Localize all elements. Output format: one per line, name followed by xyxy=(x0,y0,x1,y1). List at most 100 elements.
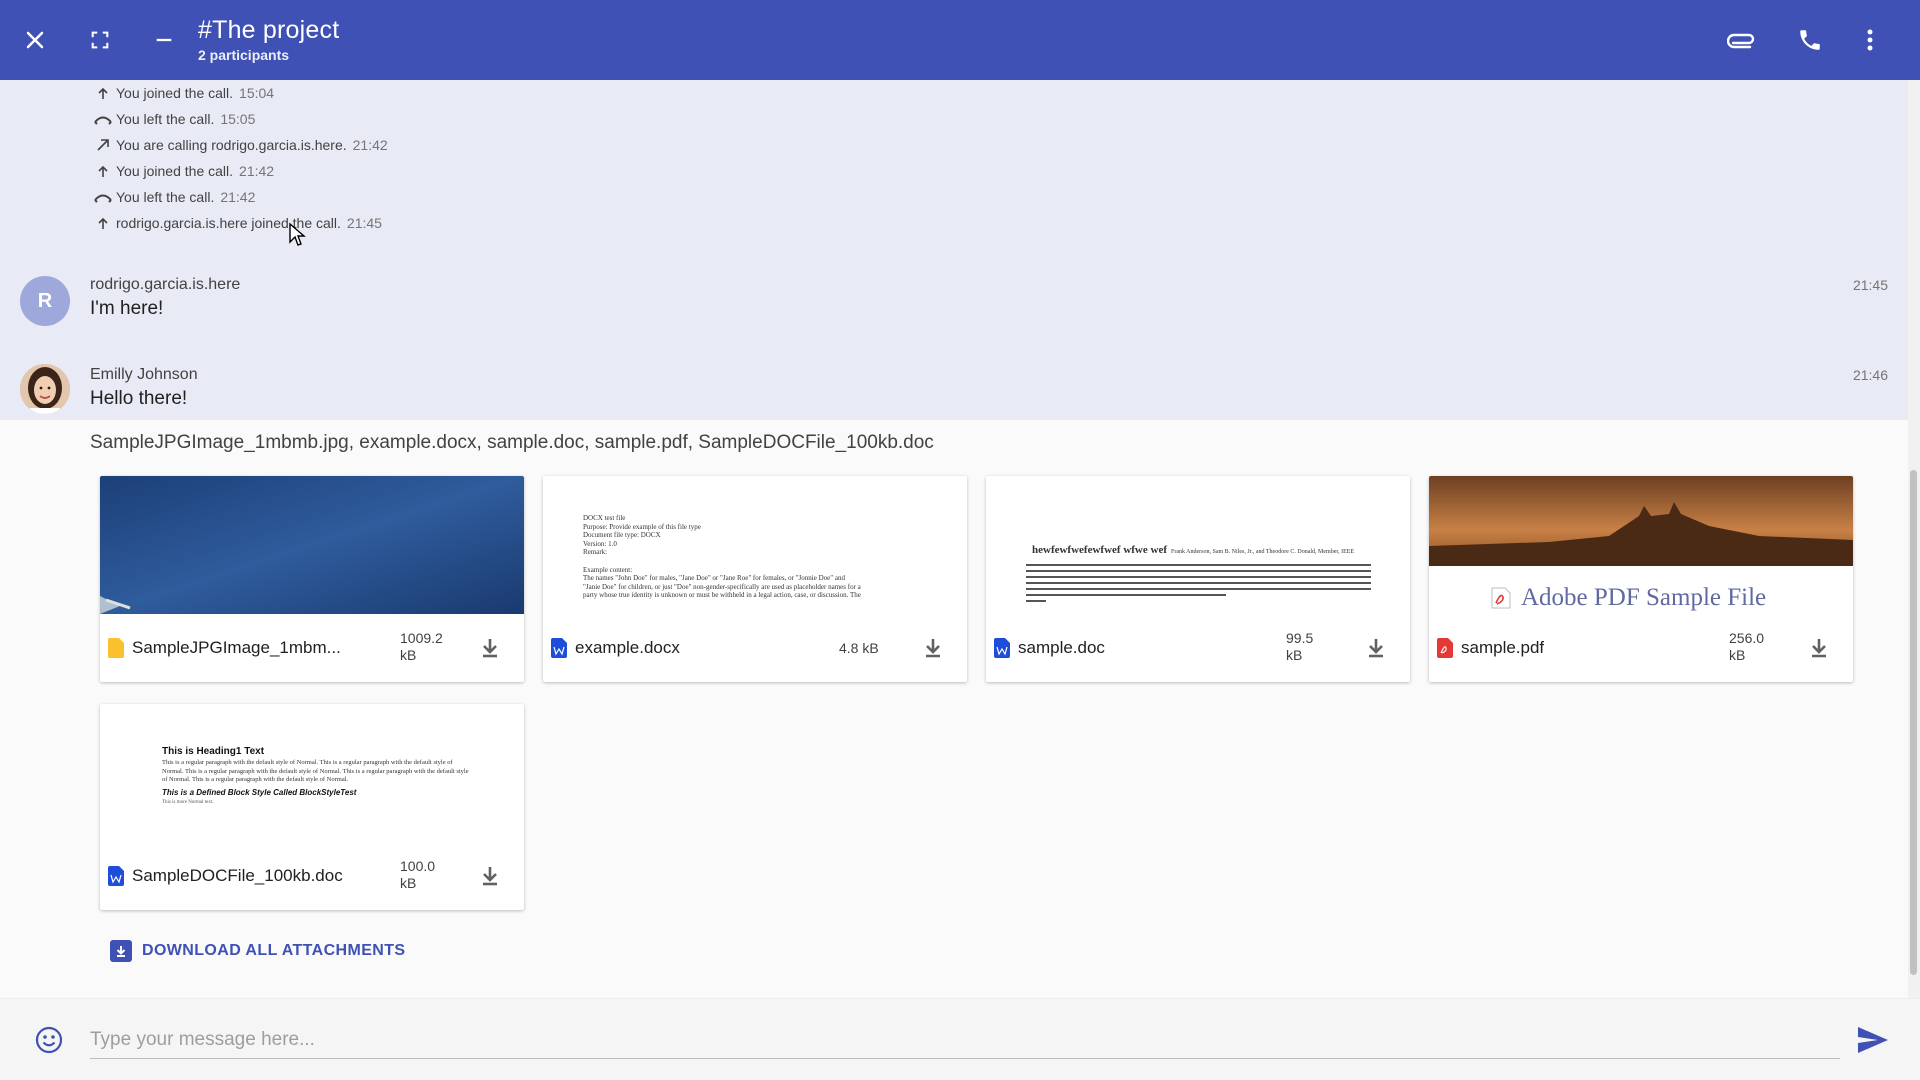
attachment-file-list: SampleJPGImage_1mbmb.jpg, example.docx, … xyxy=(90,432,934,453)
message-text: Hello there! xyxy=(90,388,188,409)
minimize-icon xyxy=(156,38,172,42)
docx-preview-line: Version: 1.0 xyxy=(583,539,617,548)
close-button[interactable] xyxy=(15,20,55,60)
docx-preview-line: Remark: xyxy=(583,548,608,557)
call-joined-icon xyxy=(94,214,112,232)
word-file-icon xyxy=(551,638,567,658)
scrollbar[interactable] xyxy=(1908,80,1920,998)
system-event-text: You left the call. xyxy=(116,111,215,127)
system-event: rodrigo.garcia.is.here joined the call. 2… xyxy=(94,213,382,233)
attachment-size-value: 99.5 xyxy=(1286,630,1314,646)
minimize-button[interactable] xyxy=(144,20,184,60)
system-event: You are calling rodrigo.garcia.is.here. 2… xyxy=(94,135,388,155)
call-left-icon xyxy=(94,188,112,206)
system-event-text: You are calling rodrigo.garcia.is.here. xyxy=(116,137,347,153)
call-button[interactable] xyxy=(1790,20,1830,60)
attachment-name: sample.doc xyxy=(1018,638,1105,657)
system-event: You left the call. 21:42 xyxy=(94,187,255,207)
system-event-time: 21:45 xyxy=(346,215,382,231)
attachment-size: 4.8 kB xyxy=(839,640,879,656)
docx-preview-line: The names "John Doe" for males, "Jane Do… xyxy=(583,574,845,583)
message-input[interactable] xyxy=(90,1021,1840,1059)
attachment-size: 100.0 kB xyxy=(400,858,460,892)
paperclip-icon xyxy=(1727,33,1755,49)
docfile-block: This is a Defined Block Style Called Blo… xyxy=(162,787,357,797)
message-sender: Emilly Johnson xyxy=(90,366,198,383)
more-options-button[interactable] xyxy=(1850,20,1890,60)
docfile-heading: This is Heading1 Text xyxy=(162,746,265,757)
avatar xyxy=(20,364,70,414)
emoji-icon[interactable] xyxy=(34,1025,64,1055)
download-icon[interactable] xyxy=(1807,636,1831,660)
attachment-size-value: 1009.2 xyxy=(400,630,443,646)
attachment-footer: sample.pdf 256.0 kB xyxy=(1429,614,1853,682)
download-all-label: DOWNLOAD ALL ATTACHMENTS xyxy=(142,942,406,959)
attachment-size-unit: kB xyxy=(1286,647,1303,663)
attachment-footer: SampleDOCFile_100kb.doc 100.0 kB xyxy=(100,842,524,910)
message-composer xyxy=(0,998,1920,1080)
docfile-preview: This is Heading1 Text This is a regular … xyxy=(162,746,472,805)
attachment-footer: example.docx 4.8 kB xyxy=(543,614,967,682)
system-event-text: You joined the call. xyxy=(116,163,234,179)
attachment-size: 99.5 kB xyxy=(1286,630,1346,664)
download-all-button[interactable]: DOWNLOAD ALL ATTACHMENTS xyxy=(110,940,406,962)
system-event: You joined the call. 15:04 xyxy=(94,83,274,103)
word-file-icon xyxy=(994,638,1010,658)
attachment-card[interactable]: hewfewfwefewfwef wfwe wef Frank Anderson… xyxy=(986,476,1410,682)
attachment-thumbnail[interactable]: Adobe PDF Sample File xyxy=(1429,476,1853,614)
docx-preview-line: Example content: xyxy=(583,565,633,574)
pdf-logo-icon xyxy=(1491,587,1511,609)
scrollbar-thumb[interactable] xyxy=(1910,470,1917,975)
attachment-size: 256.0 kB xyxy=(1729,630,1789,664)
download-icon[interactable] xyxy=(478,636,502,660)
message-text: I'm here! xyxy=(90,298,164,319)
participants-count: 2 participants xyxy=(198,47,290,63)
attachment-footer: SampleJPGImage_1mbm... 1009.2 kB xyxy=(100,614,524,682)
attachment-size-unit: kB xyxy=(400,647,417,663)
attachment-card[interactable]: Adobe PDF Sample File sample.pdf 256.0 kB xyxy=(1429,476,1853,682)
attachment-thumbnail[interactable] xyxy=(100,476,524,614)
attachment-size-value: 256.0 xyxy=(1729,630,1765,646)
download-icon[interactable] xyxy=(478,864,502,888)
docx-preview: DOCX test file Purpose: Provide example o… xyxy=(583,514,933,600)
pdf-file-icon xyxy=(1437,638,1453,658)
avatar: R xyxy=(20,276,70,326)
attach-button[interactable] xyxy=(1722,20,1762,60)
call-left-icon xyxy=(94,110,112,128)
system-event: You left the call. 15:05 xyxy=(94,109,255,129)
conversation-title: #The project xyxy=(198,16,340,44)
attachment-footer: sample.doc 99.5 kB xyxy=(986,614,1410,682)
attachment-size-unit: kB xyxy=(400,875,417,891)
attachment-card[interactable]: This is Heading1 Text This is a regular … xyxy=(100,704,524,910)
fullscreen-button[interactable] xyxy=(80,20,120,60)
download-icon[interactable] xyxy=(921,636,945,660)
attachment-card[interactable]: SampleJPGImage_1mbm... 1009.2 kB xyxy=(100,476,524,682)
attachment-name: example.docx xyxy=(575,638,680,657)
attachment-card[interactable]: DOCX test file Purpose: Provide example o… xyxy=(543,476,967,682)
docfile-footer: This is more Normal text. xyxy=(162,799,214,805)
system-event-time: 15:05 xyxy=(220,111,256,127)
image-file-icon xyxy=(108,638,124,658)
attachment-thumbnail[interactable]: hewfewfwefewfwef wfwe wef Frank Anderson… xyxy=(986,476,1410,614)
message-time: 21:46 xyxy=(1852,367,1888,383)
send-icon[interactable] xyxy=(1856,1025,1890,1055)
docx-preview-line: "Janie Doe" for children, or just "Doe" … xyxy=(583,582,861,591)
word-file-icon xyxy=(108,866,124,886)
attachment-name: SampleJPGImage_1mbm... xyxy=(132,638,341,657)
docx-preview-line xyxy=(583,557,933,566)
system-event-text: You joined the call. xyxy=(116,85,234,101)
pdf-title: Adobe PDF Sample File xyxy=(1521,584,1767,611)
call-joined-icon xyxy=(94,84,112,102)
message-list[interactable]: You joined the call. 15:04 You left the c… xyxy=(0,80,1908,998)
message-time: 21:45 xyxy=(1852,277,1888,293)
attachment-thumbnail[interactable]: DOCX test file Purpose: Provide example o… xyxy=(543,476,967,614)
docx-preview-line: Purpose: Provide example of this file ty… xyxy=(583,522,701,531)
download-icon[interactable] xyxy=(1364,636,1388,660)
mouse-cursor-icon xyxy=(289,222,306,246)
attachment-size-value: 100.0 xyxy=(400,858,436,874)
download-all-icon xyxy=(110,940,132,962)
attachment-name: SampleDOCFile_100kb.doc xyxy=(132,866,343,885)
system-event: You joined the call. 21:42 xyxy=(94,161,274,181)
attachment-thumbnail[interactable]: This is Heading1 Text This is a regular … xyxy=(100,704,524,842)
system-event-time: 21:42 xyxy=(352,137,388,153)
